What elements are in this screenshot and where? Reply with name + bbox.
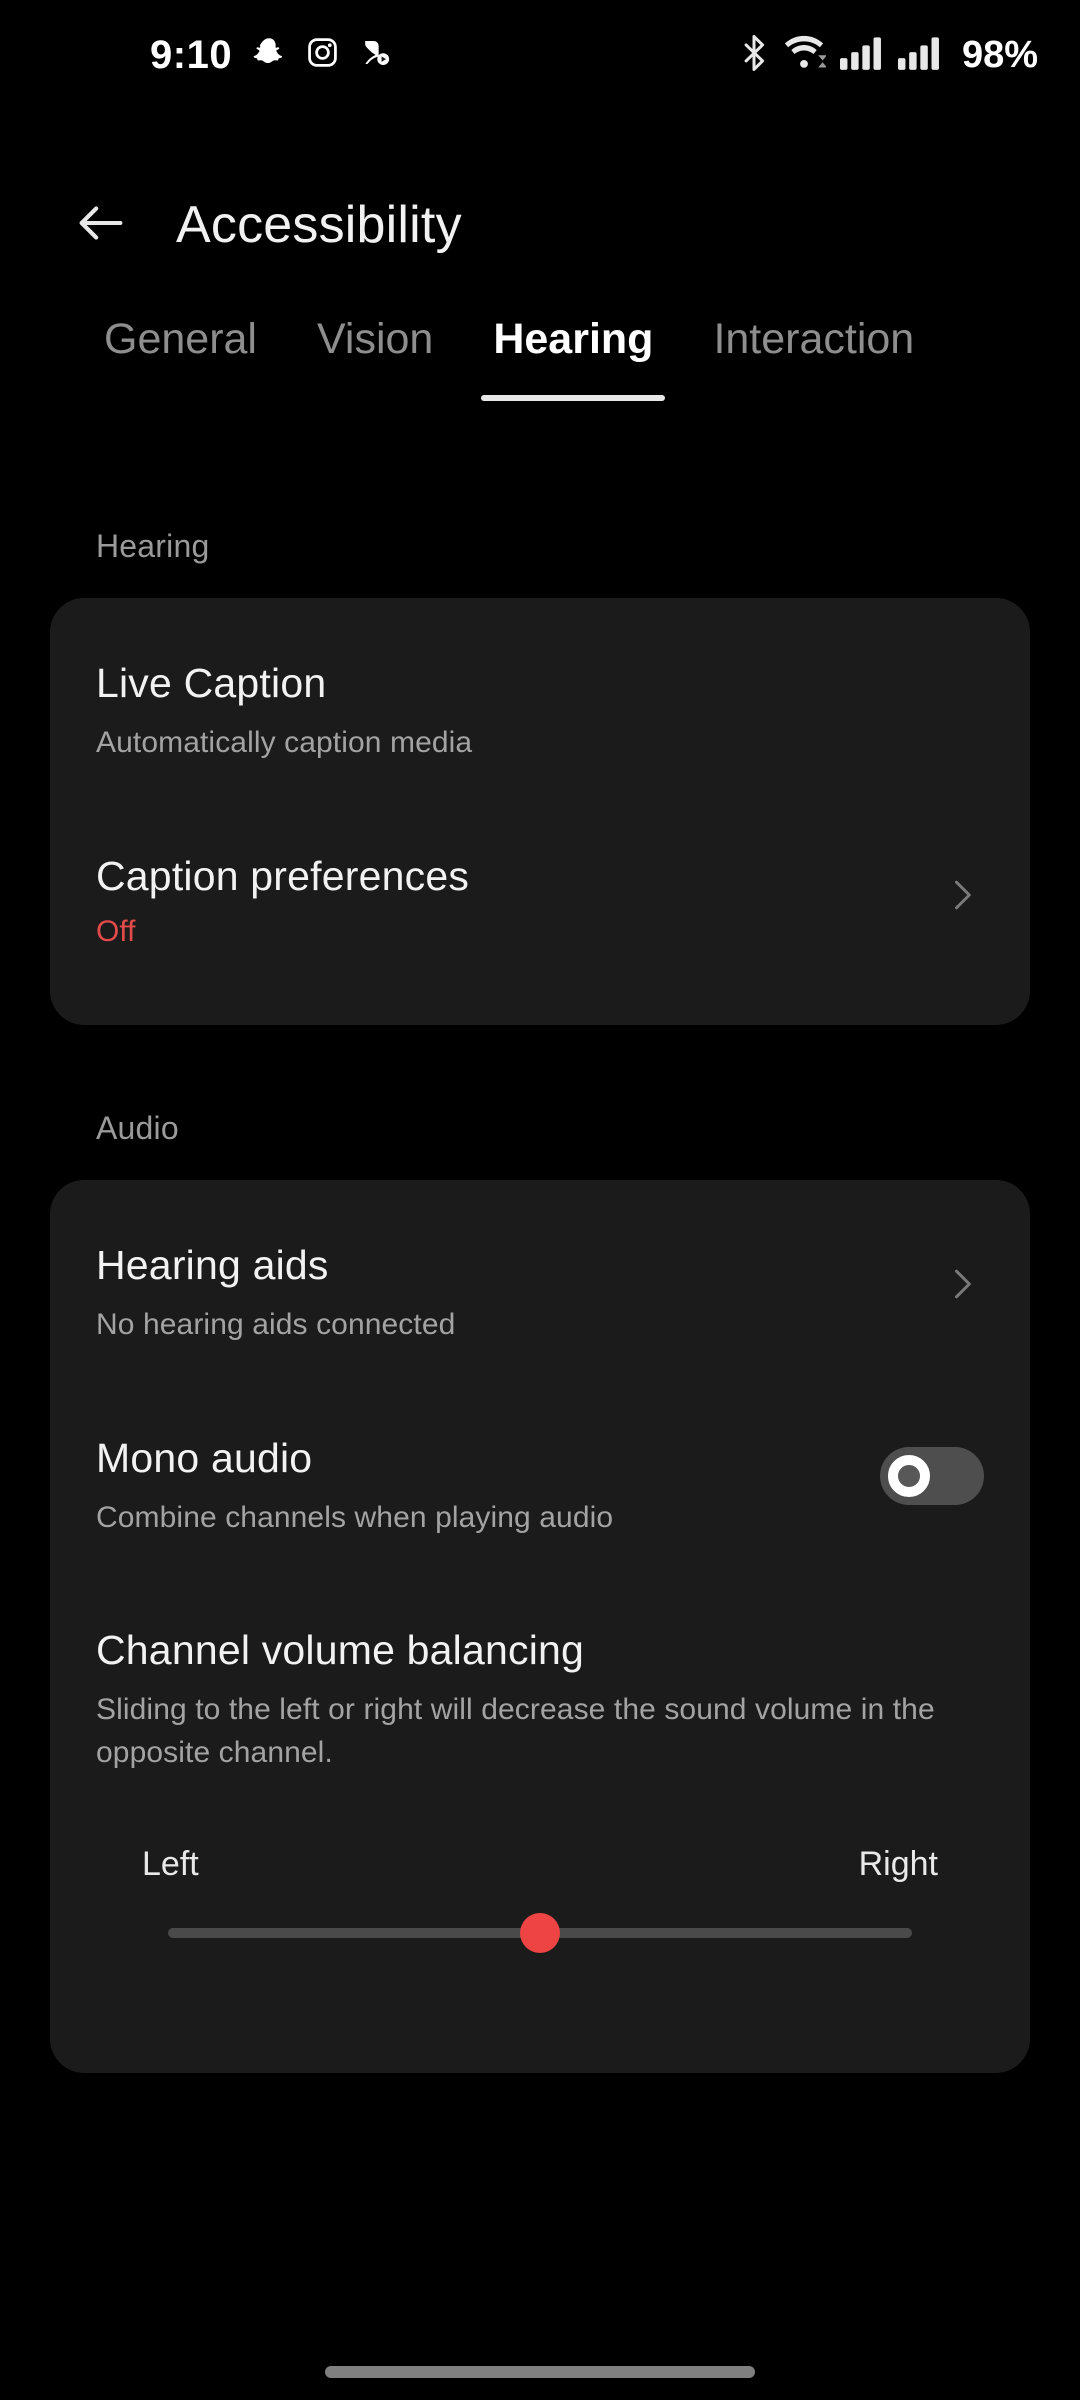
instagram-icon (306, 36, 339, 74)
tab-vision-label: Vision (316, 315, 434, 363)
app-header: Accessibility (0, 160, 1080, 290)
tab-active-indicator (481, 395, 666, 401)
row-live-caption[interactable]: Live Caption Automatically caption media (50, 660, 1030, 800)
status-clock: 9:10 (150, 32, 233, 77)
slider-left-label: Left (142, 1845, 199, 1883)
row-channel-volume-balancing: Channel volume balancing Sliding to the … (50, 1627, 1030, 2027)
tab-bar: General Vision Hearing Interaction (0, 315, 1080, 425)
home-gesture-pill[interactable] (325, 2366, 755, 2378)
tab-general-label: General (104, 315, 257, 363)
row-channel-volume-title: Channel volume balancing (96, 1627, 585, 1673)
arrow-left-icon (72, 194, 130, 257)
signal-sim2-icon (897, 35, 942, 76)
tab-vision[interactable]: Vision (287, 315, 463, 401)
battery-percentage: 98% (961, 33, 1038, 76)
status-bar-left: 9:10 (150, 33, 392, 78)
card-hearing: Live Caption Automatically caption media… (50, 598, 1030, 1025)
status-bar-right: 98% (740, 34, 1038, 77)
row-mono-audio-title: Mono audio (96, 1435, 313, 1481)
row-hearing-aids[interactable]: Hearing aids No hearing aids connected (50, 1242, 1030, 1382)
row-channel-volume-subtitle: Sliding to the left or right will decrea… (96, 1693, 935, 1769)
status-bar: 9:10 98% (0, 0, 1080, 110)
phone-screen: 9:10 98% Accessibility General Vision He… (0, 0, 1080, 2400)
section-label-audio: Audio (96, 1110, 179, 1146)
chevron-right-icon (940, 873, 984, 922)
row-live-caption-title: Live Caption (96, 660, 327, 706)
bluetooth-icon (740, 34, 768, 77)
row-caption-preferences[interactable]: Caption preferences Off (50, 853, 1030, 993)
mono-audio-toggle[interactable] (880, 1447, 984, 1505)
snapchat-icon (252, 36, 286, 75)
tab-interaction[interactable]: Interaction (683, 315, 944, 401)
row-mono-audio[interactable]: Mono audio Combine channels when playing… (50, 1435, 1030, 1575)
tab-hearing[interactable]: Hearing (463, 315, 683, 401)
tab-hearing-label: Hearing (493, 315, 654, 363)
media-player-icon (359, 36, 392, 74)
row-mono-audio-subtitle: Combine channels when playing audio (96, 1501, 614, 1534)
tab-general[interactable]: General (74, 315, 287, 401)
toggle-knob (888, 1455, 930, 1497)
card-audio: Hearing aids No hearing aids connected M… (50, 1180, 1030, 2073)
section-label-hearing: Hearing (96, 528, 210, 564)
back-button[interactable] (46, 170, 156, 280)
wifi-icon (782, 34, 827, 77)
row-caption-preferences-status: Off (96, 915, 136, 948)
slider-right-label: Right (858, 1845, 938, 1883)
slider-thumb[interactable] (520, 1913, 560, 1953)
chevron-right-icon (940, 1262, 984, 1311)
signal-sim1-icon (839, 35, 884, 76)
channel-balance-slider[interactable] (168, 1913, 912, 1953)
row-caption-preferences-title: Caption preferences (96, 853, 470, 899)
tab-interaction-label: Interaction (713, 315, 915, 363)
row-live-caption-subtitle: Automatically caption media (96, 726, 473, 759)
slider-endpoint-labels: Left Right (142, 1845, 938, 1884)
page-title: Accessibility (176, 196, 462, 254)
row-hearing-aids-subtitle: No hearing aids connected (96, 1308, 456, 1341)
row-hearing-aids-title: Hearing aids (96, 1242, 329, 1288)
